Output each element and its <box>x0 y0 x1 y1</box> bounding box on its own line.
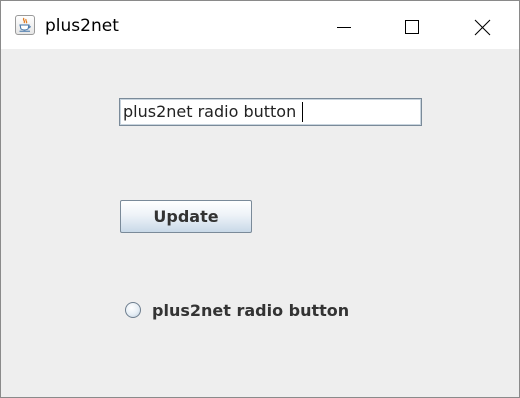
maximize-icon <box>405 20 419 34</box>
minimize-button[interactable] <box>321 1 367 49</box>
text-input[interactable]: plus2net radio button <box>119 98 422 126</box>
minimize-icon <box>337 27 351 28</box>
close-icon <box>474 19 491 36</box>
maximize-button[interactable] <box>389 1 435 49</box>
java-icon[interactable] <box>15 15 35 35</box>
close-button[interactable] <box>459 1 505 49</box>
radio-circle-icon[interactable] <box>125 302 141 318</box>
window-title: plus2net <box>45 16 119 36</box>
update-button[interactable]: Update <box>120 200 252 233</box>
title-bar[interactable]: plus2net <box>1 1 519 49</box>
radio-label[interactable]: plus2net radio button <box>152 301 349 321</box>
content-panel: plus2net radio button Update plus2net ra… <box>1 49 519 397</box>
text-caret <box>302 102 304 122</box>
text-input-value: plus2net radio button <box>123 102 297 121</box>
app-window: plus2net plus2net radio button Update pl… <box>0 0 520 398</box>
